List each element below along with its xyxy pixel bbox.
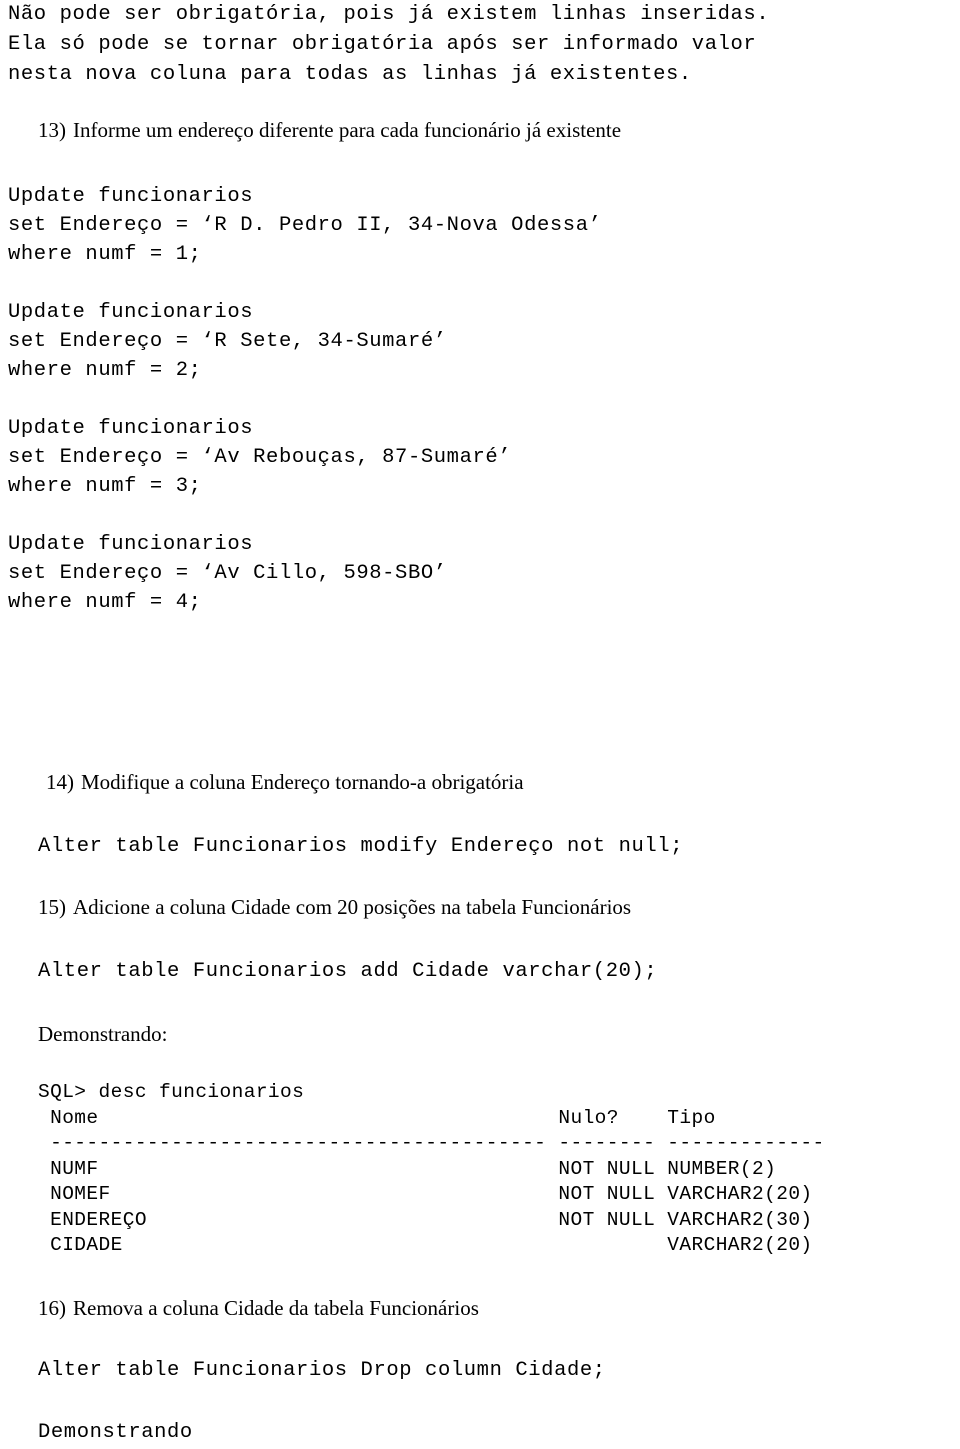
- question-14-marker: 14): [46, 770, 74, 794]
- question-13-code: Update funcionarios set Endereço = ‘R D.…: [8, 185, 602, 614]
- question-15-code: Alter table Funcionarios add Cidade varc…: [38, 960, 658, 983]
- intro-line-3: nesta nova coluna para todas as linhas j…: [8, 63, 692, 86]
- question-13: 13) Informe um endereço diferente para c…: [38, 118, 938, 143]
- question-15: 15) Adicione a coluna Cidade com 20 posi…: [38, 895, 938, 920]
- intro-line-1: Não pode ser obrigatória, pois já existe…: [8, 3, 770, 26]
- question-16-code: Alter table Funcionarios Drop column Cid…: [38, 1359, 606, 1382]
- question-14-code: Alter table Funcionarios modify Endereço…: [38, 835, 684, 858]
- question-14: 14) Modifique a coluna Endereço tornando…: [46, 770, 946, 795]
- intro-line-2: Ela só pode se tornar obrigatória após s…: [8, 33, 757, 56]
- document-page: Não pode ser obrigatória, pois já existe…: [0, 0, 960, 1449]
- question-15-marker: 15): [38, 895, 66, 919]
- demonstrating-label-2: Demonstrando: [38, 1421, 193, 1444]
- question-16-title: Remova a coluna Cidade da tabela Funcion…: [73, 1296, 479, 1320]
- demonstrating-label-1: Demonstrando:: [38, 1022, 168, 1046]
- desc-output-block: SQL> desc funcionarios Nome Nulo? Tipo -…: [38, 1080, 825, 1259]
- question-13-marker: 13): [38, 118, 66, 142]
- question-15-title: Adicione a coluna Cidade com 20 posições…: [73, 895, 632, 919]
- question-16: 16) Remova a coluna Cidade da tabela Fun…: [38, 1296, 938, 1321]
- desc-output-text: SQL> desc funcionarios Nome Nulo? Tipo -…: [38, 1081, 825, 1256]
- question-14-title: Modifique a coluna Endereço tornando-a o…: [81, 770, 524, 794]
- question-13-title: Informe um endereço diferente para cada …: [73, 118, 622, 142]
- question-16-marker: 16): [38, 1296, 66, 1320]
- intro-paragraph: Não pode ser obrigatória, pois já existe…: [8, 0, 952, 90]
